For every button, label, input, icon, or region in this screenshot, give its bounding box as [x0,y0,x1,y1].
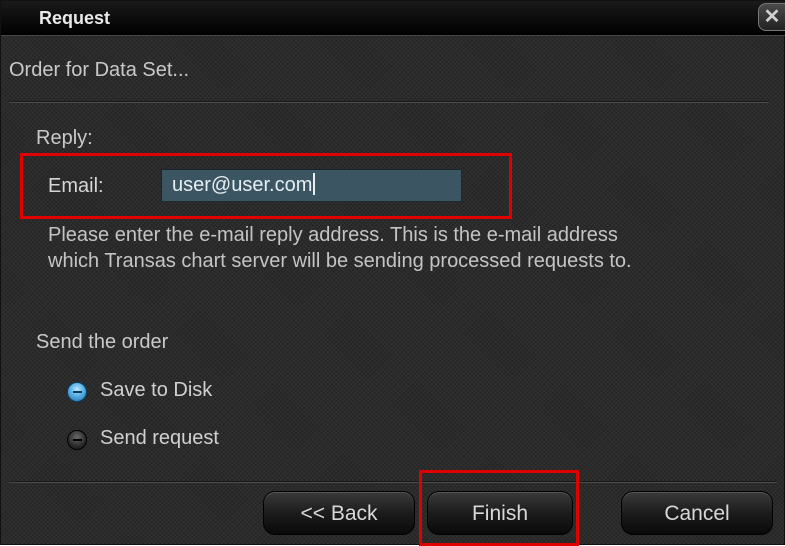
email-highlight-box [20,153,512,219]
request-dialog: Request ✕ Order for Data Set... Reply: E… [0,0,785,546]
radio-label: Save to Disk [100,379,213,401]
email-help-line-1: Please enter the e-mail reply address. T… [48,224,618,246]
window-title: Request [39,8,111,28]
header-divider [9,101,769,103]
footer-divider [9,481,777,483]
finish-highlight-box [419,470,579,546]
title-bar[interactable]: Request ✕ [1,1,785,36]
send-section-label: Send the order [36,331,169,353]
reply-section-label: Reply: [36,127,93,149]
close-icon[interactable]: ✕ [758,3,785,31]
radio-selected-icon [67,382,87,402]
radio-label: Send request [100,427,219,449]
email-help-line-2: which Transas chart server will be sendi… [48,250,632,272]
radio-unselected-icon [67,430,87,450]
dialog-subtitle: Order for Data Set... [9,59,190,81]
cancel-button[interactable]: Cancel [621,491,773,535]
back-button[interactable]: << Back [263,491,415,535]
